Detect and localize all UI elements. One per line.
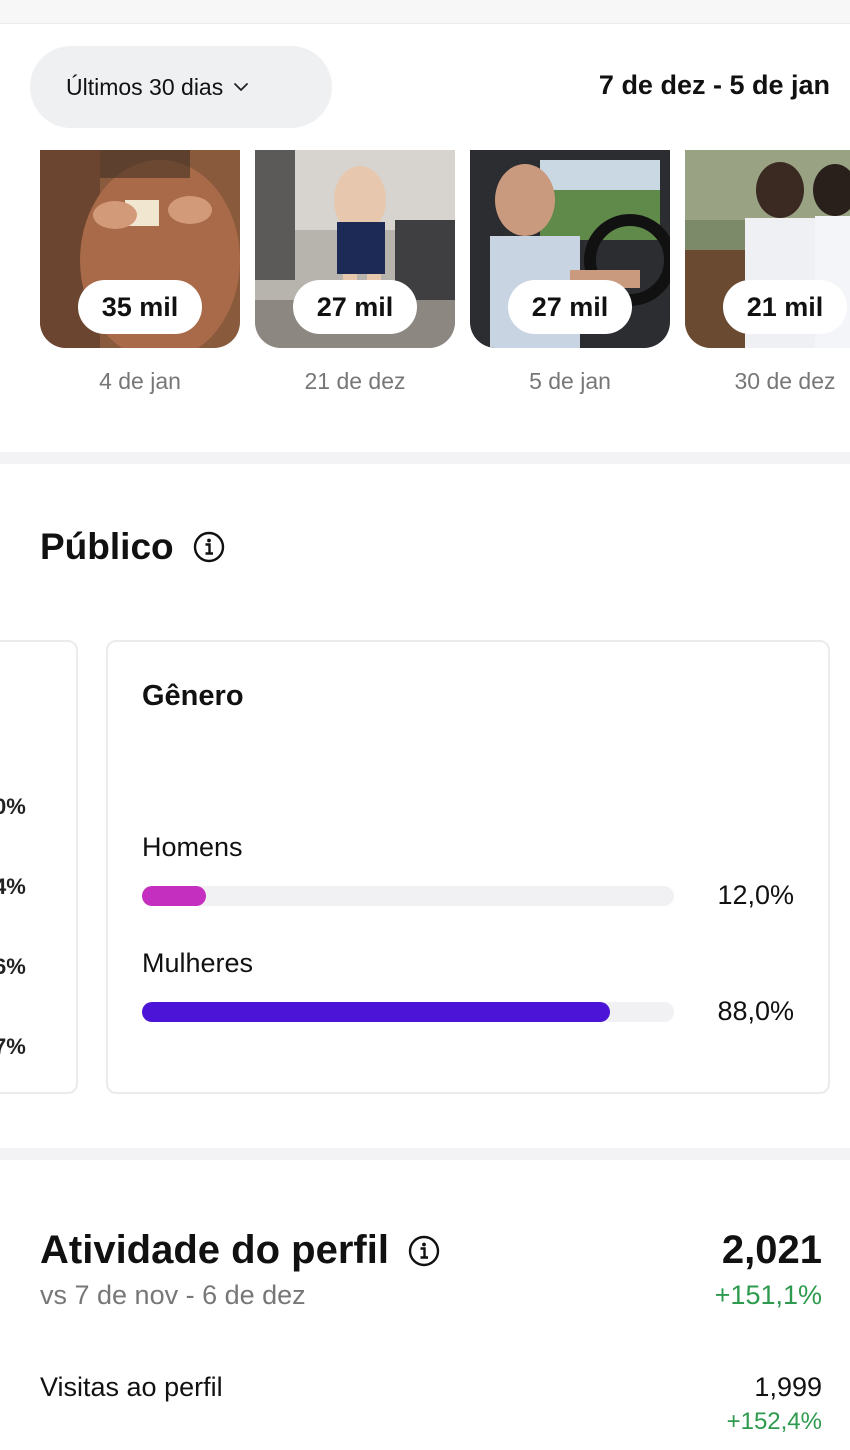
gender-bar-fill-women [142, 1002, 610, 1022]
age-percent: 7% [0, 1034, 26, 1059]
top-posts-carousel[interactable]: 35 mil 4 de jan 27 mil 21 de dez 27 mil … [0, 150, 850, 410]
gender-label-men: Homens [142, 832, 243, 862]
post-thumbnail: 21 mil [685, 150, 850, 348]
activity-comparison-period: vs 7 de nov - 6 de dez [40, 1280, 306, 1310]
post-date: 5 de jan [529, 368, 611, 394]
post-views-badge: 35 mil [78, 280, 202, 334]
post-thumbnail: 27 mil [255, 150, 455, 348]
date-range-dropdown[interactable]: Últimos 30 dias [30, 46, 332, 128]
post-views-badge: 27 mil [508, 280, 632, 334]
info-icon[interactable] [192, 530, 226, 564]
activity-title: Atividade do perfil [40, 1228, 389, 1272]
section-divider [0, 1148, 850, 1160]
activity-total-delta: +151,1% [714, 1280, 822, 1310]
profile-visits-label: Visitas ao perfil [40, 1372, 223, 1402]
age-percent: 4% [0, 874, 26, 899]
profile-visits-value: 1,999 [754, 1372, 822, 1402]
section-divider [0, 452, 850, 464]
post-thumbnail: 35 mil [40, 150, 240, 348]
gender-value-women: 88,0% [717, 996, 794, 1026]
age-percent: 6% [0, 954, 26, 979]
gender-label-women: Mulheres [142, 948, 254, 978]
gender-card-title: Gênero [142, 680, 244, 712]
gender-value-men: 12,0% [717, 880, 794, 910]
post-card[interactable]: 35 mil 4 de jan [40, 150, 240, 394]
post-views-badge: 27 mil [293, 280, 417, 334]
selected-date-range: 7 de dez - 5 de jan [598, 70, 830, 100]
gender-bar-fill-men [142, 886, 206, 906]
chevron-down-icon [233, 79, 249, 95]
post-card[interactable]: 27 mil 21 de dez [255, 150, 455, 394]
post-date: 30 de dez [734, 368, 836, 394]
activity-total-value: 2,021 [721, 1228, 822, 1272]
gender-bar-track-women [142, 1002, 674, 1022]
age-percent: 0% [0, 794, 26, 819]
post-thumbnail: 27 mil [470, 150, 670, 348]
post-views-badge: 21 mil [723, 280, 847, 334]
post-card[interactable]: 21 mil 30 de dez [685, 150, 850, 394]
date-range-dropdown-label: Últimos 30 dias [66, 73, 224, 100]
post-date: 4 de jan [99, 368, 181, 394]
audience-section-title: Público [40, 526, 226, 568]
header: Últimos 30 dias 7 de dez - 5 de jan [0, 24, 850, 148]
post-card[interactable]: 27 mil 5 de jan [470, 150, 670, 394]
age-card-partial[interactable]: 0% 4% 6% 7% [0, 640, 78, 1094]
post-date: 21 de dez [304, 368, 406, 394]
audience-title: Público [40, 526, 174, 567]
info-icon[interactable] [407, 1234, 441, 1268]
profile-visits-delta: +152,4% [726, 1408, 822, 1435]
gender-card[interactable]: Gênero Homens 12,0% Mulheres 88,0% [106, 640, 830, 1094]
activity-section-title: Atividade do perfil [40, 1228, 441, 1273]
top-strip [0, 0, 850, 24]
gender-bar-track-men [142, 886, 674, 906]
